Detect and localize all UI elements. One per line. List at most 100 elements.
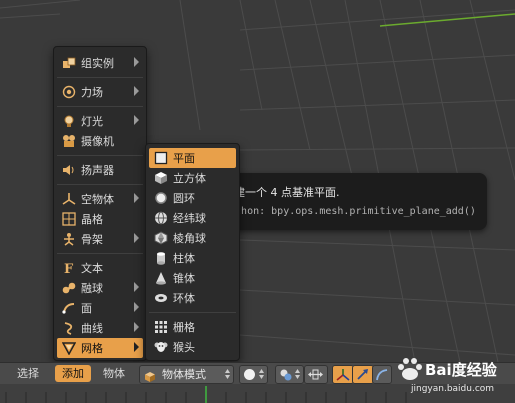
- translate-manipulator-button[interactable]: [332, 365, 354, 384]
- add-menu-button[interactable]: 添加: [55, 365, 91, 382]
- ico-sphere-icon: [153, 230, 169, 246]
- menu-divider: [57, 155, 143, 156]
- cylinder-icon: [153, 250, 169, 266]
- select-menu[interactable]: 选择: [10, 365, 46, 382]
- monkey-icon: [153, 339, 169, 355]
- mesh-submenu: 平面 立方体 圆环 经纬球 棱角球 柱体 锥体 环体 栅格 猴头: [145, 143, 240, 361]
- menu-divider: [57, 253, 143, 254]
- menu-item-lattice[interactable]: 晶格: [57, 209, 143, 229]
- pivot-dropdown[interactable]: [275, 365, 304, 384]
- rotate-manipulator-button[interactable]: [352, 365, 374, 384]
- mesh-icon: [61, 340, 77, 356]
- translate-axes-icon: [336, 369, 350, 381]
- object-menu[interactable]: 物体: [96, 365, 132, 382]
- tooltip-title: 创建一个 4 点基准平面.: [223, 186, 340, 199]
- menu-item-armature[interactable]: 骨架: [57, 229, 143, 249]
- menu-item-label: 力场: [81, 86, 103, 99]
- dropdown-arrows-icon: [225, 369, 230, 379]
- submenu-arrow-icon: [134, 233, 139, 243]
- mesh-item-label: 猴头: [173, 341, 195, 354]
- speaker-icon: [61, 162, 77, 178]
- menu-item-label: 曲线: [81, 322, 103, 335]
- torus-icon: [153, 290, 169, 306]
- mesh-item-cube[interactable]: 立方体: [149, 168, 236, 188]
- circle-icon: [153, 190, 169, 206]
- mesh-item-label: 锥体: [173, 272, 195, 285]
- arrow-icon: [357, 369, 368, 380]
- menu-item-label: 空物体: [81, 193, 114, 206]
- camera-icon: [61, 133, 77, 149]
- mesh-item-label: 栅格: [173, 321, 195, 334]
- menu-item-label: 网格: [81, 342, 103, 355]
- pivot-point-icon: [280, 369, 292, 381]
- grid-icon: [153, 319, 169, 335]
- menu-item-lamp[interactable]: 灯光: [57, 111, 143, 131]
- submenu-arrow-icon: [134, 115, 139, 125]
- mesh-item-cone[interactable]: 锥体: [149, 268, 236, 288]
- manipulator-toggle[interactable]: [304, 365, 328, 384]
- submenu-arrow-icon: [134, 193, 139, 203]
- mesh-item-label: 平面: [173, 152, 195, 165]
- menu-item-label: 组实例: [81, 57, 114, 70]
- mesh-item-grid[interactable]: 栅格: [149, 317, 236, 337]
- menu-item-label: 灯光: [81, 115, 103, 128]
- dropdown-arrows-icon: [295, 369, 300, 379]
- mesh-item-label: 环体: [173, 292, 195, 305]
- group-instance-icon: [61, 55, 77, 71]
- menu-item-label: 骨架: [81, 233, 103, 246]
- menu-item-text[interactable]: F 文本: [57, 258, 143, 278]
- menu-divider: [57, 77, 143, 78]
- mesh-item-label: 柱体: [173, 252, 195, 265]
- lattice-icon: [61, 211, 77, 227]
- cube-icon: [153, 170, 169, 186]
- add-menu: 组实例 力场 灯光 摄像机 扬声器 空物体 晶格 骨架 F 文本 融球 面 曲线…: [53, 46, 147, 361]
- mesh-item-cylinder[interactable]: 柱体: [149, 248, 236, 268]
- mesh-item-circle[interactable]: 圆环: [149, 188, 236, 208]
- submenu-arrow-icon: [134, 342, 139, 352]
- mesh-item-label: 棱角球: [173, 232, 206, 245]
- menu-item-camera[interactable]: 摄像机: [57, 131, 143, 151]
- mesh-item-label: 圆环: [173, 192, 195, 205]
- cone-icon: [153, 270, 169, 286]
- metaball-icon: [61, 280, 77, 296]
- watermark-brand: Bai度经验: [425, 361, 497, 379]
- curve-icon: [61, 320, 77, 336]
- menu-item-group-instance[interactable]: 组实例: [57, 53, 143, 73]
- dropdown-arrows-icon: [259, 369, 264, 379]
- y-axis-line: [379, 13, 515, 27]
- mesh-item-monkey[interactable]: 猴头: [149, 337, 236, 357]
- menu-item-metaball[interactable]: 融球: [57, 278, 143, 298]
- menu-item-curve[interactable]: 曲线: [57, 318, 143, 338]
- uv-sphere-icon: [153, 210, 169, 226]
- menu-item-surface[interactable]: 面: [57, 298, 143, 318]
- svg-text:F: F: [64, 262, 74, 275]
- mesh-item-torus[interactable]: 环体: [149, 288, 236, 308]
- shading-dropdown[interactable]: [239, 365, 268, 384]
- menu-item-label: 晶格: [81, 213, 103, 226]
- submenu-arrow-icon: [134, 282, 139, 292]
- mode-dropdown[interactable]: 物体模式: [139, 365, 234, 384]
- submenu-arrow-icon: [134, 57, 139, 67]
- mesh-item-uv-sphere[interactable]: 经纬球: [149, 208, 236, 228]
- plane-icon: [153, 150, 169, 166]
- empty-axes-icon: [61, 191, 77, 207]
- menu-divider: [57, 184, 143, 185]
- submenu-arrow-icon: [134, 322, 139, 332]
- mesh-item-plane[interactable]: 平面: [149, 148, 236, 168]
- mesh-item-label: 立方体: [173, 172, 206, 185]
- baidu-watermark: Bai度经验 jingyan.baidu.com: [389, 356, 509, 400]
- menu-item-label: 扬声器: [81, 164, 114, 177]
- menu-item-empty[interactable]: 空物体: [57, 189, 143, 209]
- armature-icon: [61, 231, 77, 247]
- menu-item-speaker[interactable]: 扬声器: [57, 160, 143, 180]
- menu-item-mesh[interactable]: 网格: [57, 338, 143, 358]
- menu-divider: [57, 106, 143, 107]
- menu-item-label: 文本: [81, 262, 103, 275]
- mode-label: 物体模式: [162, 368, 206, 381]
- submenu-arrow-icon: [134, 86, 139, 96]
- baidu-paw-logo: [398, 358, 422, 380]
- menu-item-force-field[interactable]: 力场: [57, 82, 143, 102]
- lamp-icon: [61, 113, 77, 129]
- menu-item-label: 面: [81, 302, 92, 315]
- mesh-item-ico-sphere[interactable]: 棱角球: [149, 228, 236, 248]
